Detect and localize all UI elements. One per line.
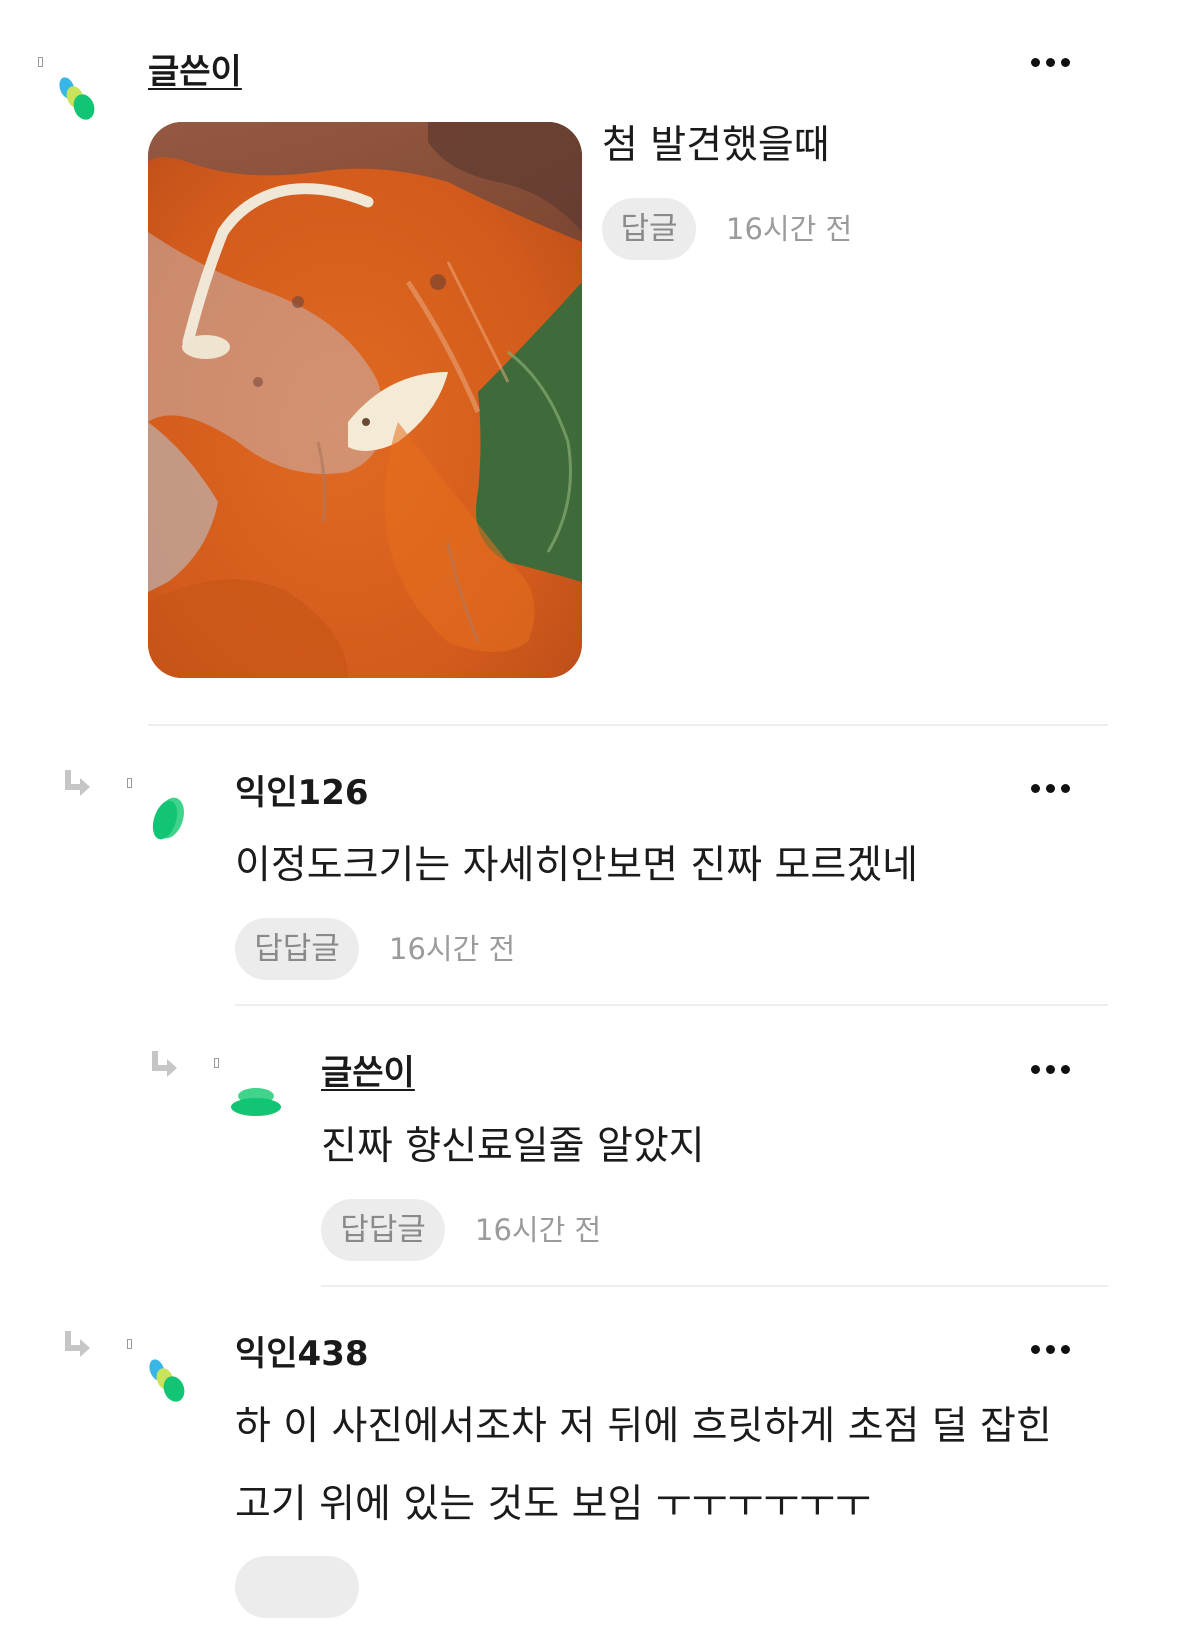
green-stacked-ovals-icon: [231, 1088, 281, 1116]
comment-text-line: 하 이 사진에서조차 저 뒤에 흐릿하게 초점 덜 잡힌: [235, 1404, 1052, 1449]
reply-arrow-icon: [149, 1051, 179, 1077]
indicator-mark: [214, 1058, 219, 1068]
timestamp: 16시간 전: [726, 212, 853, 246]
more-options-button[interactable]: [1031, 55, 1075, 69]
commenter-name[interactable]: 익인438: [235, 1334, 369, 1374]
divider: [148, 724, 1108, 726]
avatar[interactable]: [230, 1086, 282, 1120]
reply-button[interactable]: 답답글: [235, 918, 359, 980]
comment-text: 이정도크기는 자세히안보면 진짜 모르겠네: [235, 843, 919, 888]
reply-arrow-icon: [62, 1331, 92, 1357]
more-options-button[interactable]: [1031, 1342, 1075, 1356]
more-options-button[interactable]: [1031, 1062, 1075, 1076]
divider: [235, 1004, 1108, 1006]
commenter-name[interactable]: 익인126: [235, 773, 369, 813]
stew-photo-image: [148, 122, 582, 678]
indicator-mark: [127, 1339, 132, 1349]
comment-text: 첨 발견했을때: [602, 123, 830, 168]
leaf-cluster-icon: [149, 1359, 185, 1402]
avatar[interactable]: [148, 796, 188, 844]
reply-button[interactable]: 답답글: [321, 1199, 445, 1261]
reply-button[interactable]: 답글: [602, 198, 696, 260]
leaf-cluster-icon: [59, 77, 95, 120]
more-options-button[interactable]: [1031, 781, 1075, 795]
commenter-name[interactable]: 글쓴이: [321, 1053, 415, 1093]
reply-arrow-icon: [62, 770, 92, 796]
green-leaf-icon: [152, 797, 184, 840]
comment-text: 진짜 향신료일줄 알았지: [321, 1124, 705, 1169]
indicator-mark: [38, 57, 43, 67]
indicator-mark: [127, 778, 132, 788]
divider: [321, 1285, 1108, 1287]
timestamp: 16시간 전: [475, 1213, 602, 1247]
timestamp: 16시간 전: [389, 932, 516, 966]
reply-button[interactable]: [235, 1556, 359, 1618]
comment-photo[interactable]: [148, 122, 582, 678]
commenter-name[interactable]: 글쓴이: [148, 52, 242, 92]
comment-text-line: 고기 위에 있는 것도 보임 ㅜㅜㅜㅜㅜㅜ: [235, 1482, 872, 1527]
avatar[interactable]: [144, 1354, 190, 1406]
avatar[interactable]: [54, 72, 100, 124]
